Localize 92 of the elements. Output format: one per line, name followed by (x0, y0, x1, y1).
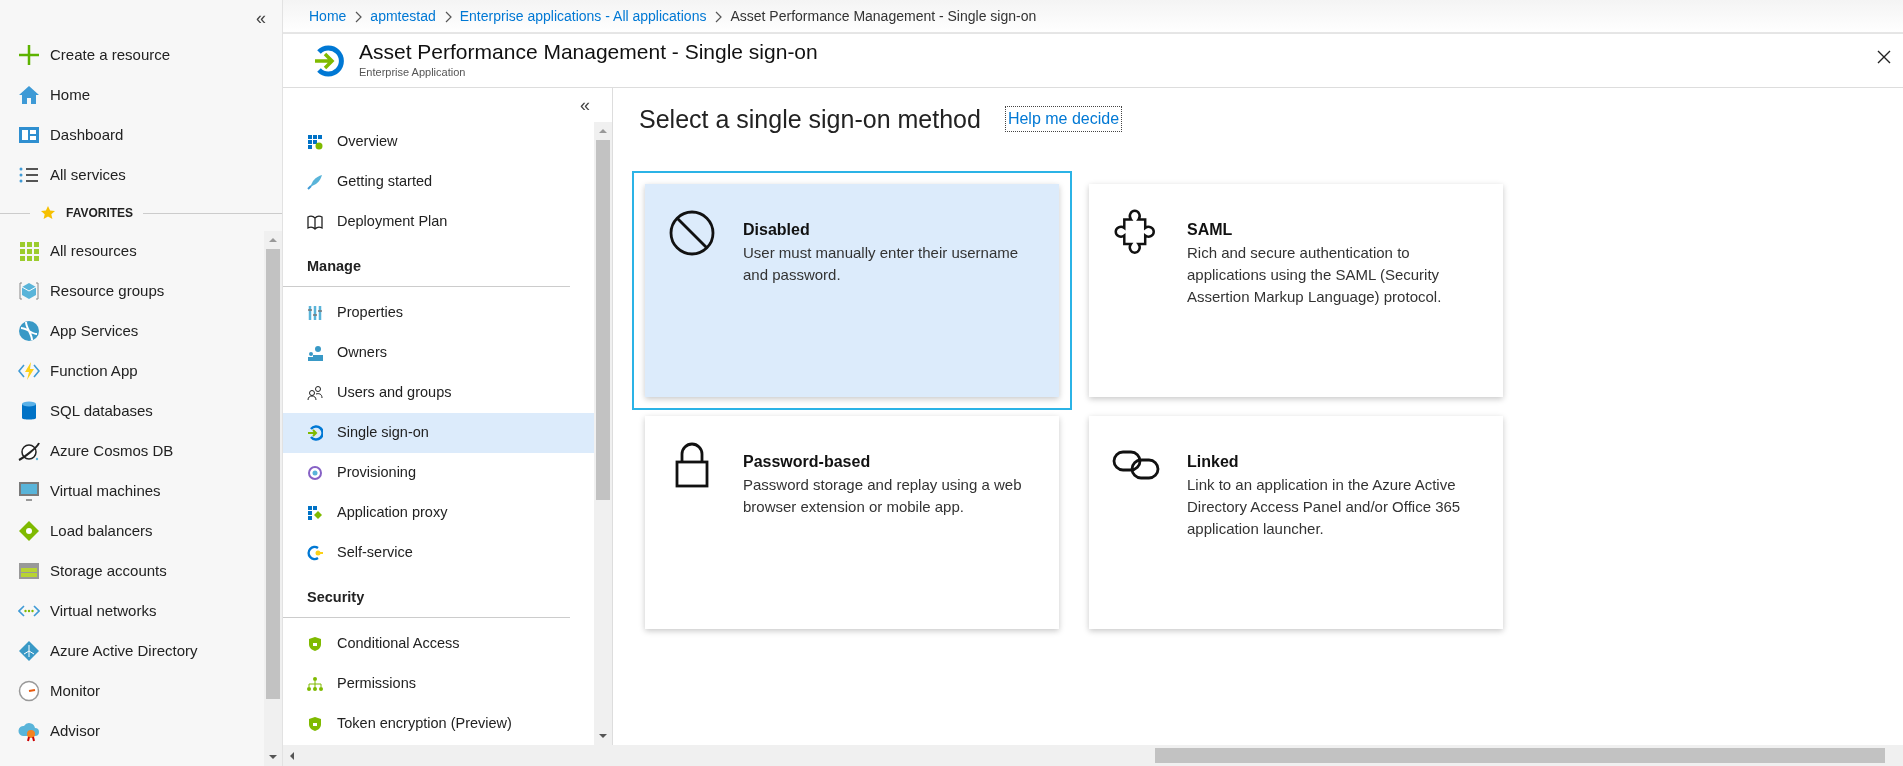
card-title: Password-based (743, 452, 872, 472)
nav-item[interactable]: All resources (0, 231, 264, 271)
card-description: User must manually enter their username and password. (743, 243, 1020, 285)
menu-item[interactable]: Owners (283, 332, 594, 373)
card-title: Disabled (743, 220, 811, 240)
nav-item[interactable]: All services (0, 155, 282, 195)
scrollbar-thumb[interactable] (596, 140, 610, 500)
method-card[interactable]: Linked Link to an application in the Azure Active Directory Access Panel and/or Office 365 application launcher. (1089, 416, 1503, 629)
monitor-icon (18, 480, 40, 502)
lightning-icon (18, 360, 40, 382)
nav-item[interactable]: Monitor (0, 671, 264, 711)
method-card[interactable]: Disabled User must manually enter their username and password. (645, 184, 1059, 397)
breadcrumb-link[interactable]: Home (309, 6, 347, 27)
book-icon (307, 214, 323, 230)
blade-subtitle: Enterprise Application (359, 65, 467, 81)
diamond-icon (18, 520, 40, 542)
card-title: SAML (1187, 220, 1234, 240)
nav-item[interactable]: Storage accounts (0, 551, 264, 591)
globe-icon (18, 320, 40, 342)
collapse-button[interactable]: « (254, 8, 268, 27)
nav-item[interactable]: Load balancers (0, 511, 264, 551)
users-icon (307, 384, 323, 401)
sliders-icon (307, 304, 323, 321)
menu-item[interactable]: Self-service (283, 532, 594, 573)
nav-item[interactable]: Virtual networks (0, 591, 264, 631)
chevron-icon (354, 10, 363, 23)
people-icon (307, 344, 323, 361)
card-title: Linked (1187, 452, 1240, 472)
prohibited-icon (667, 208, 717, 258)
menu-item[interactable]: Overview (283, 122, 594, 162)
menu-item[interactable]: Provisioning (283, 452, 594, 493)
scrollbar-thumb[interactable] (266, 249, 280, 699)
menu-item[interactable]: Application proxy (283, 492, 594, 533)
menu-item[interactable]: Getting started (283, 162, 594, 202)
scrollbar-thumb[interactable] (1155, 748, 1885, 763)
grid-icon (307, 134, 323, 150)
method-card[interactable]: Password-based Password storage and replay using a web browser extension or mobile app. (645, 416, 1059, 629)
gauge-icon (18, 680, 40, 702)
nav-item[interactable]: Function App (0, 351, 264, 391)
menu-item[interactable]: Token encryption (Preview) (283, 703, 594, 744)
card-description: Password storage and replay using a web browser extension or mobile app. (743, 475, 1023, 517)
breadcrumb-link[interactable]: apmtestad (370, 6, 436, 27)
nav-item[interactable]: Home (0, 75, 282, 115)
hierarchy-icon (307, 675, 323, 692)
chevron-icon (443, 10, 452, 23)
section-heading: FAVORITES (66, 205, 134, 222)
dashboard-icon (18, 124, 40, 146)
nav-item[interactable]: App Services (0, 311, 264, 351)
menu-item[interactable]: Single sign-on (283, 412, 594, 453)
breadcrumb-link[interactable]: Enterprise applications - All applications (459, 6, 707, 27)
cloud-icon (18, 720, 40, 742)
breadcrumb-current: Asset Performance Management - Single sign-on (730, 7, 1037, 26)
up-arrow-icon[interactable] (268, 235, 278, 245)
nav-item[interactable]: Create a resource (0, 35, 282, 75)
up-arrow-icon[interactable] (598, 126, 608, 136)
page-heading: Select a single sign-on method (639, 104, 981, 134)
nav-item[interactable]: Virtual machines (0, 471, 264, 511)
nav-item[interactable]: SQL databases (0, 391, 264, 431)
grid-icon (18, 240, 40, 262)
nav-item[interactable]: Dashboard (0, 115, 282, 155)
scrollbar[interactable] (264, 231, 282, 766)
section-heading: Security (283, 572, 570, 618)
cube-icon (18, 280, 40, 302)
storage-icon (18, 560, 40, 582)
sign-in-arrow-icon (307, 424, 323, 441)
down-arrow-icon[interactable] (598, 731, 608, 741)
house-icon (18, 84, 40, 106)
nav-item[interactable]: Azure Cosmos DB (0, 431, 264, 471)
star-icon (40, 205, 56, 221)
chevron-icon (714, 10, 723, 23)
shield-icon (307, 635, 323, 652)
menu-item[interactable]: Deployment Plan (283, 202, 594, 242)
menu-item[interactable]: Users and groups (283, 372, 594, 413)
shield-icon (307, 715, 323, 732)
nav-item[interactable]: Resource groups (0, 271, 264, 311)
nav-item[interactable]: Azure Active Directory (0, 631, 264, 671)
plus-icon (18, 44, 40, 66)
scrollbar[interactable] (283, 745, 1903, 766)
down-arrow-icon[interactable] (268, 752, 278, 762)
collapse-button[interactable]: « (578, 96, 592, 114)
blade-title: Asset Performance Management - Single sign-on (359, 40, 818, 65)
card-description: Rich and secure authentication to applications using the SAML (Security Assertion Markup Language) protocol. (1187, 243, 1443, 307)
help-link[interactable]: Help me decide (1004, 106, 1123, 132)
scrollbar[interactable] (594, 122, 612, 745)
grid-icon (307, 504, 323, 521)
card-description: Link to an application in the Azure Active Directory Access Panel and/or Office 365 application launcher. (1187, 475, 1462, 539)
nav-item[interactable]: Advisor (0, 711, 264, 751)
menu-item[interactable]: Permissions (283, 663, 594, 704)
section-heading: Manage (283, 242, 570, 287)
method-card[interactable]: SAML Rich and secure authentication to applications using the SAML (Security Assertion Markup Language) protocol. (1089, 184, 1503, 397)
menu-item[interactable]: Properties (283, 292, 594, 333)
menu-item[interactable]: Conditional Access (283, 623, 594, 664)
